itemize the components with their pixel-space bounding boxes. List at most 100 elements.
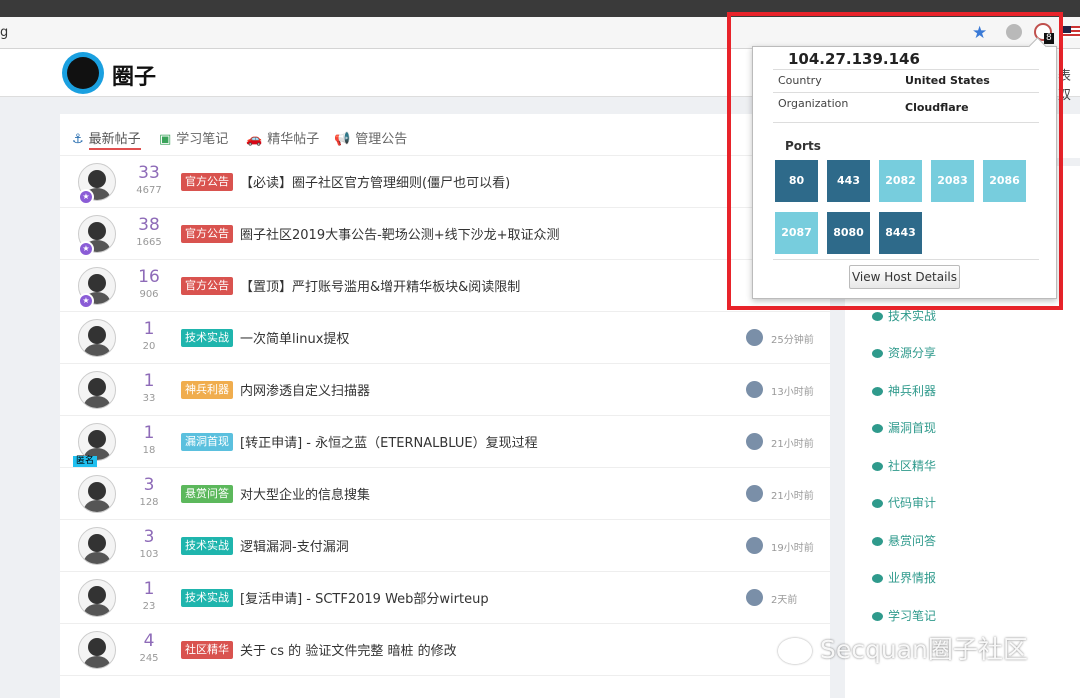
table-row[interactable]: 4 245 社区精华 关于 cs 的 验证文件完整 暗桩 的修改 xyxy=(60,624,830,676)
last-reply-avatar[interactable] xyxy=(746,381,763,398)
chat-bubble-icon xyxy=(872,386,883,396)
organization-label: Organization xyxy=(778,97,849,110)
avatar[interactable] xyxy=(78,319,116,357)
table-row[interactable]: ★ 16 906 官方公告 【置顶】严打账号滥用&增开精华板块&阅读限制 xyxy=(60,260,830,312)
view-count: 906 xyxy=(139,289,159,300)
url-text[interactable]: g xyxy=(0,25,8,40)
category-tag[interactable]: 神兵利器 xyxy=(181,381,233,399)
reply-count: 3 xyxy=(143,475,155,495)
reply-count: 16 xyxy=(138,267,160,287)
sidebar-item-category[interactable]: 社区精华 xyxy=(872,457,936,474)
calendar-icon: ▣ xyxy=(159,132,172,147)
table-row[interactable]: ★ 38 1665 官方公告 圈子社区2019大事公告-靶场公测+线下沙龙+取证众测 xyxy=(60,208,830,260)
category-tag[interactable]: 官方公告 xyxy=(181,225,233,243)
avatar[interactable] xyxy=(78,631,116,669)
table-row[interactable]: 1 20 技术实战 一次简单linux提权 25分钟前 xyxy=(60,312,830,364)
avatar[interactable] xyxy=(78,475,116,513)
avatar[interactable] xyxy=(78,371,116,409)
port-tile: 443 xyxy=(827,160,870,202)
view-host-details-button[interactable]: View Host Details xyxy=(849,265,960,289)
chat-bubble-icon xyxy=(872,611,883,621)
chat-bubble-icon xyxy=(872,311,883,321)
last-reply-avatar[interactable] xyxy=(746,485,763,502)
tab-announcements[interactable]: 📢 管理公告 xyxy=(334,128,407,147)
car-icon: 🚗 xyxy=(246,132,263,147)
reply-count: 1 xyxy=(143,579,155,599)
port-tile: 2083 xyxy=(931,160,974,202)
category-tag[interactable]: 社区精华 xyxy=(181,641,233,659)
table-row[interactable]: 1 33 神兵利器 内网渗透自定义扫描器 13小时前 xyxy=(60,364,830,416)
post-title[interactable]: 【必读】圈子社区官方管理细则(僵尸也可以看) xyxy=(240,172,510,191)
tab-featured[interactable]: 🚗 精华帖子 xyxy=(246,128,319,147)
sidebar-item-category[interactable]: 资源分享 xyxy=(872,344,936,361)
country-label: Country xyxy=(778,74,822,87)
last-reply-time: 21小时前 xyxy=(771,491,814,502)
table-row[interactable]: 匿名 1 18 漏洞首现 [转正申请] - 永恒之蓝（ETERNALBLUE）复现过程 2… xyxy=(60,416,830,468)
last-reply-avatar[interactable] xyxy=(746,329,763,346)
sidebar-item-category[interactable]: 代码审计 xyxy=(872,494,936,511)
post-list-panel: ⚓ 最新帖子 ▣ 学习笔记 🚗 精华帖子 📢 管理公告 ★ 33 4677 官方公告 【必读】圈… xyxy=(60,114,830,698)
country-row: Country United States xyxy=(773,69,1039,93)
table-row[interactable]: ★ 33 4677 官方公告 【必读】圈子社区官方管理细则(僵尸也可以看) xyxy=(60,156,830,208)
port-tile: 8443 xyxy=(879,212,922,254)
category-tag[interactable]: 漏洞首现 xyxy=(181,433,233,451)
view-count: 1665 xyxy=(136,237,162,248)
category-tag[interactable]: 官方公告 xyxy=(181,277,233,295)
tab-latest[interactable]: ⚓ 最新帖子 xyxy=(72,128,141,150)
last-reply-avatar[interactable] xyxy=(746,433,763,450)
shodan-popup: 104.27.139.146 Country United States Org… xyxy=(752,46,1057,299)
avatar[interactable] xyxy=(78,527,116,565)
post-title[interactable]: 逻辑漏洞-支付漏洞 xyxy=(240,536,349,555)
table-row[interactable]: 3 103 技术实战 逻辑漏洞-支付漏洞 19小时前 xyxy=(60,520,830,572)
last-reply-time: 19小时前 xyxy=(771,543,814,554)
post-title[interactable]: [转正申请] - 永恒之蓝（ETERNALBLUE）复现过程 xyxy=(240,432,538,451)
sidebar-item-category[interactable]: 悬赏问答 xyxy=(872,532,936,549)
last-reply-time: 13小时前 xyxy=(771,387,814,398)
port-tile: 2087 xyxy=(775,212,818,254)
post-title[interactable]: 内网渗透自定义扫描器 xyxy=(240,380,370,399)
reply-count: 33 xyxy=(138,163,160,183)
last-reply-time: 21小时前 xyxy=(771,439,814,450)
reply-count: 3 xyxy=(143,527,155,547)
divider xyxy=(773,122,1039,123)
sidebar-item-category[interactable]: 漏洞首现 xyxy=(872,419,936,436)
watermark: Secquan圈子社区 xyxy=(778,630,1028,666)
category-tag[interactable]: 技术实战 xyxy=(181,589,233,607)
last-reply-avatar[interactable] xyxy=(746,589,763,606)
logo-text[interactable]: 圈子 xyxy=(112,59,156,91)
logo-icon[interactable] xyxy=(62,52,104,94)
sidebar-item-category[interactable]: 业界情报 xyxy=(872,569,936,586)
reply-count: 1 xyxy=(143,371,155,391)
sidebar-item-category[interactable]: 神兵利器 xyxy=(872,382,936,399)
table-row[interactable]: 1 23 技术实战 [复活申请] - SCTF2019 Web部分wirteup 2天前 xyxy=(60,572,830,624)
vip-badge-icon: ★ xyxy=(78,189,94,205)
port-tile: 8080 xyxy=(827,212,870,254)
host-ip: 104.27.139.146 xyxy=(788,50,920,68)
category-tag[interactable]: 悬赏问答 xyxy=(181,485,233,503)
view-count: 245 xyxy=(139,653,159,664)
sidebar-item-category[interactable]: 学习笔记 xyxy=(872,607,936,624)
ports-label: Ports xyxy=(785,139,821,153)
avatar[interactable] xyxy=(78,579,116,617)
wechat-icon xyxy=(778,638,812,664)
view-count: 103 xyxy=(139,549,159,560)
vip-badge-icon: ★ xyxy=(78,241,94,257)
last-reply-time: 25分钟前 xyxy=(771,335,814,346)
last-reply-avatar[interactable] xyxy=(746,537,763,554)
us-flag-icon[interactable] xyxy=(1063,26,1080,38)
divider xyxy=(773,259,1039,260)
post-title[interactable]: [复活申请] - SCTF2019 Web部分wirteup xyxy=(240,588,489,607)
post-title[interactable]: 对大型企业的信息搜集 xyxy=(240,484,370,503)
table-row[interactable]: 3 128 悬赏问答 对大型企业的信息搜集 21小时前 xyxy=(60,468,830,520)
category-tag[interactable]: 技术实战 xyxy=(181,537,233,555)
post-title[interactable]: 关于 cs 的 验证文件完整 暗桩 的修改 xyxy=(240,640,457,659)
organization-value: Cloudflare xyxy=(905,101,969,114)
post-title[interactable]: 一次简单linux提权 xyxy=(240,328,349,347)
reply-count: 38 xyxy=(138,215,160,235)
chat-bubble-icon xyxy=(872,499,883,508)
category-tag[interactable]: 技术实战 xyxy=(181,329,233,347)
post-title[interactable]: 【置顶】严打账号滥用&增开精华板块&阅读限制 xyxy=(240,276,520,295)
category-tag[interactable]: 官方公告 xyxy=(181,173,233,191)
post-title[interactable]: 圈子社区2019大事公告-靶场公测+线下沙龙+取证众测 xyxy=(240,224,560,243)
tab-study-notes[interactable]: ▣ 学习笔记 xyxy=(159,128,228,147)
